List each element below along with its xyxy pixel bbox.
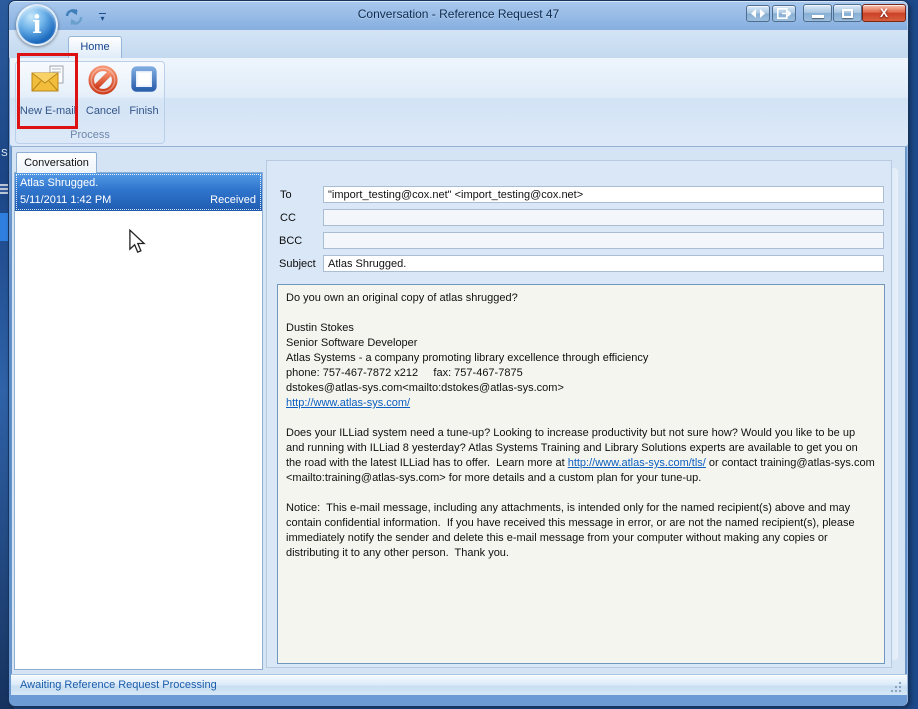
subject-field[interactable] [323,255,884,272]
email-body-text: Atlas Systems - a company promoting libr… [286,352,648,364]
to-field[interactable] [323,186,884,203]
bcc-label: BCC [279,235,302,247]
finish-button[interactable]: Finish [124,63,164,125]
cancel-button-label: Cancel [86,105,120,117]
cc-label: CC [280,212,296,224]
email-body-line: Do you own an original copy of atlas shr… [286,291,876,306]
cc-field[interactable] [323,209,884,226]
list-item-timestamp: 5/11/2011 1:42 PM [20,194,111,206]
email-body-text: dstokes@atlas-sys.com<mailto:dstokes@atl… [286,382,564,394]
cancel-icon [87,65,119,100]
mouse-cursor-icon [127,229,147,260]
list-item[interactable]: Atlas Shrugged. 5/11/2011 1:42 PM Receiv… [15,173,262,211]
email-body-line: Atlas Systems - a company promoting libr… [286,351,876,366]
dock-arrows-icon [751,9,765,18]
bcc-field[interactable] [323,232,884,249]
app-menu-orb[interactable]: i [16,4,58,46]
maximize-icon [842,9,853,18]
finish-button-label: Finish [129,105,158,117]
cancel-button[interactable]: Cancel [82,63,124,125]
email-body-line: Dustin Stokes [286,321,876,336]
ribbon-group-label: Process [15,129,165,141]
email-body-line: phone: 757-467-7872 x212 fax: 757-467-78… [286,366,876,381]
window-exit-button[interactable] [772,5,796,22]
status-bar: Awaiting Reference Request Processing [11,675,907,695]
email-body-link[interactable]: http://www.atlas-sys.com/tls/ [568,457,706,469]
email-body-text: Dustin Stokes [286,322,354,334]
email-body-text: Notice: This e-mail message, including a… [286,502,858,559]
email-body-line [286,306,876,321]
email-body-line [286,486,876,501]
ribbon-tab-row [9,30,908,58]
sync-icon[interactable] [62,7,86,27]
email-body-line: Does your ILLiad system need a tune-up? … [286,426,876,486]
email-body-line: Notice: This e-mail message, including a… [286,501,876,561]
email-body-link[interactable]: http://www.atlas-sys.com/ [286,397,410,409]
minimize-icon [812,15,824,18]
tab-conversation[interactable]: Conversation [16,152,97,173]
window-nav-button[interactable] [746,5,770,22]
email-body-line: dstokes@atlas-sys.com<mailto:dstokes@atl… [286,381,876,396]
resize-grip-icon[interactable] [890,680,902,692]
email-body-text: Do you own an original copy of atlas shr… [286,292,518,304]
subject-label: Subject [279,258,316,270]
list-item-subject: Atlas Shrugged. [20,177,98,189]
to-label: To [280,189,292,201]
qat-dropdown-arrow-icon[interactable]: ▾ [96,11,109,23]
minimize-button[interactable] [803,4,832,22]
email-body-text: phone: 757-467-7872 x212 fax: 757-467-78… [286,367,523,379]
email-panel: To CC BCC Subject Do you own an original… [266,160,892,668]
email-body-line: http://www.atlas-sys.com/ [286,396,876,411]
annotation-highlight-box [17,53,78,129]
exit-window-icon [777,8,791,19]
close-button[interactable]: X [862,4,906,22]
email-body-line [286,411,876,426]
close-x-icon: X [880,6,888,20]
list-item-direction-badge: Received [210,194,256,206]
email-body-line: Senior Software Developer [286,336,876,351]
screenshot-stage: S Conversation - Reference Request 47 i … [0,0,918,709]
background-fragment-text: S [1,148,8,159]
email-body-text: Senior Software Developer [286,337,417,349]
finish-icon [128,65,160,100]
status-text: Awaiting Reference Request Processing [20,679,217,691]
maximize-button[interactable] [833,4,862,22]
email-body[interactable]: Do you own an original copy of atlas shr… [277,284,885,664]
info-orb-icon: i [32,10,42,39]
